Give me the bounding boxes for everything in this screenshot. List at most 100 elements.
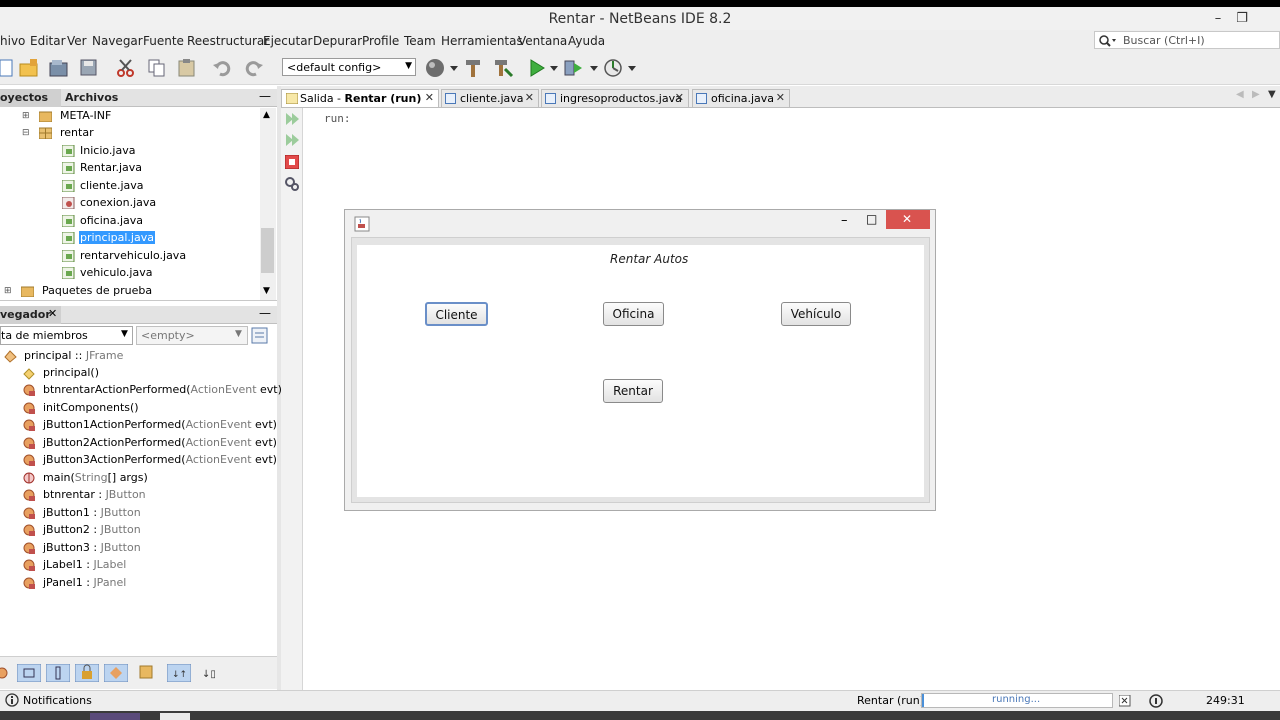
clean-build-icon[interactable] (492, 57, 514, 79)
rerun-icon[interactable] (284, 111, 300, 127)
projects-tree: ⊞ META-INF ⊟ rentar Inicio.java Rentar.j… (0, 108, 277, 301)
minimize-icon[interactable]: – (1206, 11, 1230, 29)
show-static-icon[interactable] (46, 664, 70, 682)
menu-editar[interactable]: Editar (30, 34, 66, 48)
member-filter-dropdown[interactable]: ta de miembros ▼ (0, 326, 133, 345)
app-minimize-icon[interactable]: – (841, 213, 848, 228)
close-icon[interactable]: ✕ (675, 91, 684, 104)
rentar-button[interactable]: Rentar (603, 379, 663, 403)
task-label: Rentar (run) (857, 694, 925, 707)
menu-depurar[interactable]: Depurar (313, 34, 362, 48)
scroll-left-icon[interactable]: ◀ (1236, 89, 1244, 100)
menu-ayuda[interactable]: Ayuda (568, 34, 605, 48)
build-hammer-icon[interactable] (462, 57, 484, 79)
cliente-button[interactable]: Cliente (425, 302, 488, 326)
profile-icon[interactable] (602, 57, 624, 79)
navigator-tree: principal :: JFrame principal() btnrenta… (0, 347, 282, 655)
menu-team[interactable]: Team (404, 34, 436, 48)
app-close-button[interactable]: ✕ (886, 210, 930, 229)
rerun-with-params-icon[interactable] (284, 132, 300, 148)
menu-ejecutar[interactable]: Ejecutar (263, 34, 313, 48)
tab-cliente-java[interactable]: cliente.java ✕ (441, 89, 539, 107)
settings-icon[interactable] (284, 176, 300, 192)
projects-scrollbar[interactable]: ▲ ▼ (260, 108, 276, 300)
menu-ventana[interactable]: Ventana (518, 34, 567, 48)
sort-icon[interactable] (0, 665, 10, 681)
expand-icon[interactable]: ⊞ (22, 111, 30, 121)
show-fields-icon[interactable] (17, 664, 41, 682)
scroll-right-icon[interactable]: ▶ (1252, 89, 1260, 100)
chevron-down-icon[interactable] (628, 66, 636, 72)
app-window: – □ ✕ Rentar Autos Cliente Oficina Vehíc… (344, 209, 936, 511)
tab-navegador[interactable]: vegador ✕ (0, 306, 61, 324)
menu-archivo[interactable]: hivo (0, 34, 25, 48)
close-icon[interactable]: ✕ (776, 91, 785, 104)
scroll-thumb[interactable] (261, 228, 274, 273)
copy-icon[interactable] (146, 57, 168, 79)
search-input[interactable]: Buscar (Ctrl+I) (1094, 31, 1280, 49)
empty-dropdown[interactable]: <empty> ▼ (136, 326, 248, 345)
close-icon[interactable]: ✕ (425, 91, 434, 104)
show-inherited-icon[interactable] (104, 664, 128, 682)
close-icon[interactable]: ✕ (48, 307, 57, 320)
menu-ver[interactable]: Ver (67, 34, 87, 48)
scroll-down-icon[interactable]: ▼ (263, 286, 270, 296)
private-field-icon (23, 507, 35, 519)
os-taskbar (0, 711, 1280, 720)
collapse-icon[interactable]: ⊟ (22, 128, 30, 138)
globe-icon[interactable] (424, 57, 446, 79)
tab-oficina-java[interactable]: oficina.java ✕ (692, 89, 790, 107)
vehiculo-button[interactable]: Vehículo (781, 302, 851, 326)
chevron-down-icon[interactable] (550, 66, 558, 72)
info-icon[interactable] (5, 693, 20, 708)
tab-archivos[interactable]: Archivos (65, 91, 118, 104)
oficina-button[interactable]: Oficina (603, 302, 664, 326)
menu-reestructurar[interactable]: Reestructurar (187, 34, 269, 48)
paste-icon[interactable] (176, 57, 198, 79)
minimize-panel-icon[interactable]: — (259, 306, 271, 320)
config-dropdown[interactable]: <default config> ▼ (282, 58, 416, 76)
taskbar-app[interactable] (160, 713, 190, 720)
save-all-icon[interactable] (78, 57, 100, 79)
insert-mode-icon[interactable] (1148, 693, 1166, 709)
java-file-icon (62, 215, 75, 227)
cancel-task-icon[interactable] (1119, 695, 1131, 707)
stop-icon[interactable] (285, 155, 299, 169)
chevron-down-icon[interactable] (450, 66, 458, 72)
filter-inner-icon[interactable] (139, 665, 155, 681)
close-icon[interactable]: ✕ (525, 91, 534, 104)
tab-list-icon[interactable]: ▼ (1268, 89, 1276, 100)
menu-herramientas[interactable]: Herramientas (441, 34, 523, 48)
restore-icon[interactable]: ❐ (1230, 11, 1254, 29)
undo-icon[interactable] (212, 57, 234, 79)
debug-icon[interactable] (562, 57, 584, 79)
java-file-icon (62, 162, 75, 174)
sort-by-name-icon[interactable]: ↓↑ (167, 664, 191, 682)
new-file-icon[interactable] (0, 57, 18, 79)
cut-icon[interactable] (115, 57, 137, 79)
java-file-icon (545, 93, 556, 104)
tab-proyectos[interactable]: oyectos (0, 89, 61, 107)
scroll-up-icon[interactable]: ▲ (263, 110, 270, 120)
notifications-label[interactable]: Notifications (23, 694, 92, 707)
new-project-icon[interactable] (18, 57, 40, 79)
run-icon[interactable] (526, 57, 548, 79)
redo-icon[interactable] (242, 57, 264, 79)
taskbar-app[interactable] (90, 713, 140, 720)
java-file-icon (62, 145, 75, 157)
menu-navegar[interactable]: Navegar (92, 34, 143, 48)
filter-options-icon[interactable] (251, 327, 268, 344)
menu-fuente[interactable]: Fuente (143, 34, 184, 48)
tab-ingresoproductos-java[interactable]: ingresoproductos.java ✕ (541, 89, 689, 107)
tab-salida-rentar[interactable]: Salida - Rentar (run) ✕ (281, 89, 439, 107)
minimize-panel-icon[interactable]: — (259, 89, 271, 103)
close-icon: ✕ (902, 212, 913, 226)
menu-profile[interactable]: Profile (362, 34, 399, 48)
app-maximize-icon[interactable]: □ (866, 212, 877, 226)
show-private-icon[interactable] (75, 664, 99, 682)
expand-icon[interactable]: ⊞ (4, 286, 12, 296)
sort-by-source-icon[interactable]: ↓▯ (200, 664, 220, 682)
chevron-down-icon[interactable] (590, 66, 598, 72)
private-field-icon (23, 524, 35, 536)
open-project-icon[interactable] (48, 57, 70, 79)
